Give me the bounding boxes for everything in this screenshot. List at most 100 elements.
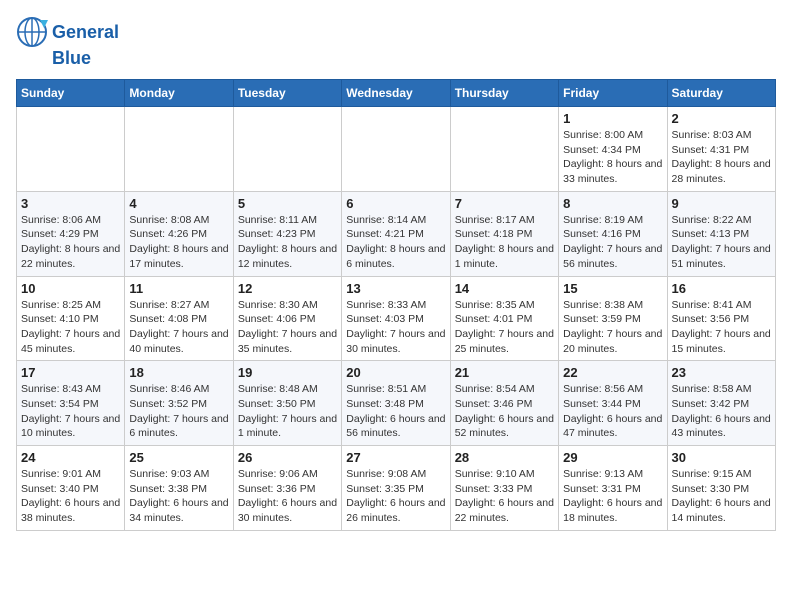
day-number: 28 bbox=[455, 450, 554, 465]
calendar-cell: 8Sunrise: 8:19 AM Sunset: 4:16 PM Daylig… bbox=[559, 191, 667, 276]
calendar-cell bbox=[125, 107, 233, 192]
weekday-header: Friday bbox=[559, 80, 667, 107]
calendar-cell: 1Sunrise: 8:00 AM Sunset: 4:34 PM Daylig… bbox=[559, 107, 667, 192]
day-number: 16 bbox=[672, 281, 771, 296]
day-info: Sunrise: 8:17 AM Sunset: 4:18 PM Dayligh… bbox=[455, 213, 554, 272]
day-number: 13 bbox=[346, 281, 445, 296]
day-info: Sunrise: 9:15 AM Sunset: 3:30 PM Dayligh… bbox=[672, 467, 771, 526]
calendar-cell: 5Sunrise: 8:11 AM Sunset: 4:23 PM Daylig… bbox=[233, 191, 341, 276]
day-info: Sunrise: 9:03 AM Sunset: 3:38 PM Dayligh… bbox=[129, 467, 228, 526]
day-info: Sunrise: 8:19 AM Sunset: 4:16 PM Dayligh… bbox=[563, 213, 662, 272]
day-info: Sunrise: 9:08 AM Sunset: 3:35 PM Dayligh… bbox=[346, 467, 445, 526]
calendar-cell: 17 Sunrise: 8:43 AM Sunset: 3:54 PM Dayli… bbox=[17, 361, 125, 446]
calendar-cell: 28 Sunrise: 9:10 AM Sunset: 3:33 PM Dayli… bbox=[450, 446, 558, 531]
day-number: 15 bbox=[563, 281, 662, 296]
calendar-cell: 22Sunrise: 8:56 AM Sunset: 3:44 PM Dayli… bbox=[559, 361, 667, 446]
day-number: 25 bbox=[129, 450, 228, 465]
day-number: 2 bbox=[672, 111, 771, 126]
calendar-cell bbox=[17, 107, 125, 192]
calendar-cell: 11 Sunrise: 8:27 AM Sunset: 4:08 PM Dayli… bbox=[125, 276, 233, 361]
day-info: Sunrise: 8:38 AM Sunset: 3:59 PM Dayligh… bbox=[563, 298, 662, 357]
calendar-week-row: 1Sunrise: 8:00 AM Sunset: 4:34 PM Daylig… bbox=[17, 107, 776, 192]
day-info: Sunrise: 8:54 AM Sunset: 3:46 PM Dayligh… bbox=[455, 382, 554, 441]
day-info: Sunrise: 8:35 AM Sunset: 4:01 PM Dayligh… bbox=[455, 298, 554, 357]
calendar-cell: 7 Sunrise: 8:17 AM Sunset: 4:18 PM Daylig… bbox=[450, 191, 558, 276]
day-info: Sunrise: 8:08 AM Sunset: 4:26 PM Dayligh… bbox=[129, 213, 228, 272]
day-number: 10 bbox=[21, 281, 120, 296]
day-number: 6 bbox=[346, 196, 445, 211]
calendar-cell: 26 Sunrise: 9:06 AM Sunset: 3:36 PM Dayli… bbox=[233, 446, 341, 531]
weekday-header-row: SundayMondayTuesdayWednesdayThursdayFrid… bbox=[17, 80, 776, 107]
calendar-cell: 20 Sunrise: 8:51 AM Sunset: 3:48 PM Dayli… bbox=[342, 361, 450, 446]
day-number: 23 bbox=[672, 365, 771, 380]
day-number: 21 bbox=[455, 365, 554, 380]
calendar-cell: 21 Sunrise: 8:54 AM Sunset: 3:46 PM Dayli… bbox=[450, 361, 558, 446]
day-info: Sunrise: 8:43 AM Sunset: 3:54 PM Dayligh… bbox=[21, 382, 120, 441]
day-info: Sunrise: 8:51 AM Sunset: 3:48 PM Dayligh… bbox=[346, 382, 445, 441]
calendar-cell: 18 Sunrise: 8:46 AM Sunset: 3:52 PM Dayli… bbox=[125, 361, 233, 446]
weekday-header: Wednesday bbox=[342, 80, 450, 107]
calendar-week-row: 3Sunrise: 8:06 AM Sunset: 4:29 PM Daylig… bbox=[17, 191, 776, 276]
logo-globe-icon bbox=[16, 16, 48, 48]
calendar-cell: 27 Sunrise: 9:08 AM Sunset: 3:35 PM Dayli… bbox=[342, 446, 450, 531]
calendar-table: SundayMondayTuesdayWednesdayThursdayFrid… bbox=[16, 79, 776, 531]
day-number: 24 bbox=[21, 450, 120, 465]
calendar-week-row: 24 Sunrise: 9:01 AM Sunset: 3:40 PM Dayli… bbox=[17, 446, 776, 531]
day-info: Sunrise: 9:10 AM Sunset: 3:33 PM Dayligh… bbox=[455, 467, 554, 526]
day-info: Sunrise: 8:58 AM Sunset: 3:42 PM Dayligh… bbox=[672, 382, 771, 441]
calendar-week-row: 17 Sunrise: 8:43 AM Sunset: 3:54 PM Dayli… bbox=[17, 361, 776, 446]
calendar-cell bbox=[233, 107, 341, 192]
calendar-week-row: 10 Sunrise: 8:25 AM Sunset: 4:10 PM Dayli… bbox=[17, 276, 776, 361]
header: General Blue bbox=[16, 16, 776, 69]
day-info: Sunrise: 9:13 AM Sunset: 3:31 PM Dayligh… bbox=[563, 467, 662, 526]
day-number: 22 bbox=[563, 365, 662, 380]
day-info: Sunrise: 9:01 AM Sunset: 3:40 PM Dayligh… bbox=[21, 467, 120, 526]
calendar-cell: 25 Sunrise: 9:03 AM Sunset: 3:38 PM Dayli… bbox=[125, 446, 233, 531]
day-info: Sunrise: 8:30 AM Sunset: 4:06 PM Dayligh… bbox=[238, 298, 337, 357]
day-number: 7 bbox=[455, 196, 554, 211]
calendar-cell bbox=[342, 107, 450, 192]
day-info: Sunrise: 8:27 AM Sunset: 4:08 PM Dayligh… bbox=[129, 298, 228, 357]
day-info: Sunrise: 8:11 AM Sunset: 4:23 PM Dayligh… bbox=[238, 213, 337, 272]
day-number: 14 bbox=[455, 281, 554, 296]
calendar-cell: 9 Sunrise: 8:22 AM Sunset: 4:13 PM Daylig… bbox=[667, 191, 775, 276]
day-info: Sunrise: 8:33 AM Sunset: 4:03 PM Dayligh… bbox=[346, 298, 445, 357]
calendar-cell: 14 Sunrise: 8:35 AM Sunset: 4:01 PM Dayli… bbox=[450, 276, 558, 361]
day-number: 27 bbox=[346, 450, 445, 465]
weekday-header: Sunday bbox=[17, 80, 125, 107]
calendar-cell: 13 Sunrise: 8:33 AM Sunset: 4:03 PM Dayli… bbox=[342, 276, 450, 361]
calendar-cell: 6 Sunrise: 8:14 AM Sunset: 4:21 PM Daylig… bbox=[342, 191, 450, 276]
calendar-cell: 29 Sunrise: 9:13 AM Sunset: 3:31 PM Dayli… bbox=[559, 446, 667, 531]
day-info: Sunrise: 9:06 AM Sunset: 3:36 PM Dayligh… bbox=[238, 467, 337, 526]
day-number: 19 bbox=[238, 365, 337, 380]
weekday-header: Monday bbox=[125, 80, 233, 107]
day-number: 18 bbox=[129, 365, 228, 380]
calendar-cell: 2Sunrise: 8:03 AM Sunset: 4:31 PM Daylig… bbox=[667, 107, 775, 192]
day-number: 12 bbox=[238, 281, 337, 296]
day-number: 1 bbox=[563, 111, 662, 126]
logo-text-blue: Blue bbox=[52, 48, 91, 69]
weekday-header: Tuesday bbox=[233, 80, 341, 107]
calendar-cell: 24 Sunrise: 9:01 AM Sunset: 3:40 PM Dayli… bbox=[17, 446, 125, 531]
day-number: 30 bbox=[672, 450, 771, 465]
day-info: Sunrise: 8:14 AM Sunset: 4:21 PM Dayligh… bbox=[346, 213, 445, 272]
day-number: 29 bbox=[563, 450, 662, 465]
calendar-cell: 15 Sunrise: 8:38 AM Sunset: 3:59 PM Dayli… bbox=[559, 276, 667, 361]
day-number: 17 bbox=[21, 365, 120, 380]
calendar-cell bbox=[450, 107, 558, 192]
day-info: Sunrise: 8:48 AM Sunset: 3:50 PM Dayligh… bbox=[238, 382, 337, 441]
day-info: Sunrise: 8:46 AM Sunset: 3:52 PM Dayligh… bbox=[129, 382, 228, 441]
day-number: 11 bbox=[129, 281, 228, 296]
day-info: Sunrise: 8:22 AM Sunset: 4:13 PM Dayligh… bbox=[672, 213, 771, 272]
day-number: 4 bbox=[129, 196, 228, 211]
day-info: Sunrise: 8:25 AM Sunset: 4:10 PM Dayligh… bbox=[21, 298, 120, 357]
day-number: 26 bbox=[238, 450, 337, 465]
day-number: 9 bbox=[672, 196, 771, 211]
weekday-header: Thursday bbox=[450, 80, 558, 107]
calendar-cell: 12 Sunrise: 8:30 AM Sunset: 4:06 PM Dayli… bbox=[233, 276, 341, 361]
logo: General Blue bbox=[16, 16, 119, 69]
day-number: 3 bbox=[21, 196, 120, 211]
day-number: 20 bbox=[346, 365, 445, 380]
logo-text-general: General bbox=[52, 22, 119, 43]
day-info: Sunrise: 8:41 AM Sunset: 3:56 PM Dayligh… bbox=[672, 298, 771, 357]
